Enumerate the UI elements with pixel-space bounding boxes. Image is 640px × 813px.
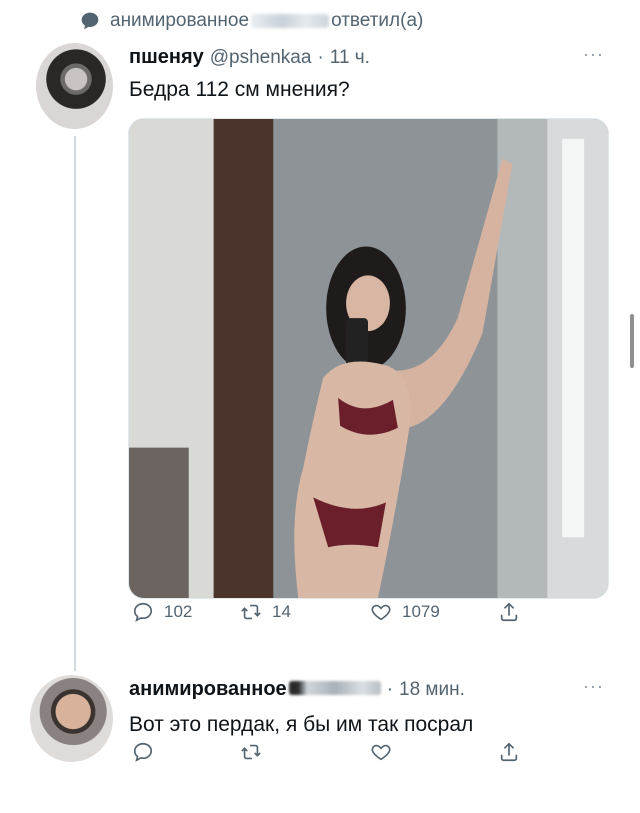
retweet-button[interactable]: 14 xyxy=(240,601,291,623)
redacted-blur xyxy=(251,13,330,28)
tweet-media-photo[interactable] xyxy=(128,118,609,599)
scrollbar[interactable] xyxy=(630,314,634,368)
reply-context: анимированное ответил(а) xyxy=(80,6,423,36)
retweet-button[interactable] xyxy=(240,741,262,763)
author-handle[interactable]: @pshenkaa xyxy=(210,47,312,69)
reply-icon xyxy=(133,602,153,622)
heart-icon xyxy=(371,744,391,761)
reply-context-suffix: ответил(а) xyxy=(331,10,424,31)
like-count: 1079 xyxy=(402,602,440,621)
author-name[interactable]: пшеняу xyxy=(129,46,204,69)
reply-count: 102 xyxy=(164,602,193,621)
like-button[interactable]: 1079 xyxy=(370,601,440,623)
reply-avatar[interactable] xyxy=(30,675,113,762)
reply-header: анимированное · 18 мин. xyxy=(129,678,465,701)
reply-author-name[interactable]: анимированное xyxy=(129,678,287,701)
reply-icon xyxy=(133,742,153,762)
heart-icon xyxy=(371,604,391,621)
separator-dot: · xyxy=(386,679,394,700)
retweet-count: 14 xyxy=(272,602,291,621)
retweet-icon xyxy=(241,604,261,620)
tweet-header: пшеняу @pshenkaa · 11 ч. xyxy=(129,46,370,69)
reply-context-user[interactable]: анимированное xyxy=(110,10,249,31)
share-icon xyxy=(500,602,518,622)
separator-dot: · xyxy=(317,47,324,68)
avatar[interactable] xyxy=(36,43,113,129)
reply-time[interactable]: 18 мин. xyxy=(399,679,465,701)
redacted-blur xyxy=(288,681,381,695)
thread-line xyxy=(74,136,76,671)
retweet-icon xyxy=(241,744,261,760)
share-icon xyxy=(500,742,518,762)
photo-placeholder xyxy=(129,119,608,598)
reply-text: Вот это пердак, я бы им так посрал xyxy=(129,713,474,736)
share-button[interactable] xyxy=(498,601,520,623)
more-options-icon[interactable]: ··· xyxy=(583,44,604,65)
reply-button[interactable] xyxy=(132,741,154,763)
share-button[interactable] xyxy=(498,741,520,763)
reply-button[interactable]: 102 xyxy=(132,601,192,623)
speech-bubble-icon xyxy=(81,12,99,30)
like-button[interactable] xyxy=(370,741,392,763)
more-options-icon[interactable]: ··· xyxy=(583,676,604,697)
tweet-time[interactable]: 11 ч. xyxy=(330,47,370,69)
tweet-text: Бедра 112 см мнения? xyxy=(129,78,350,101)
